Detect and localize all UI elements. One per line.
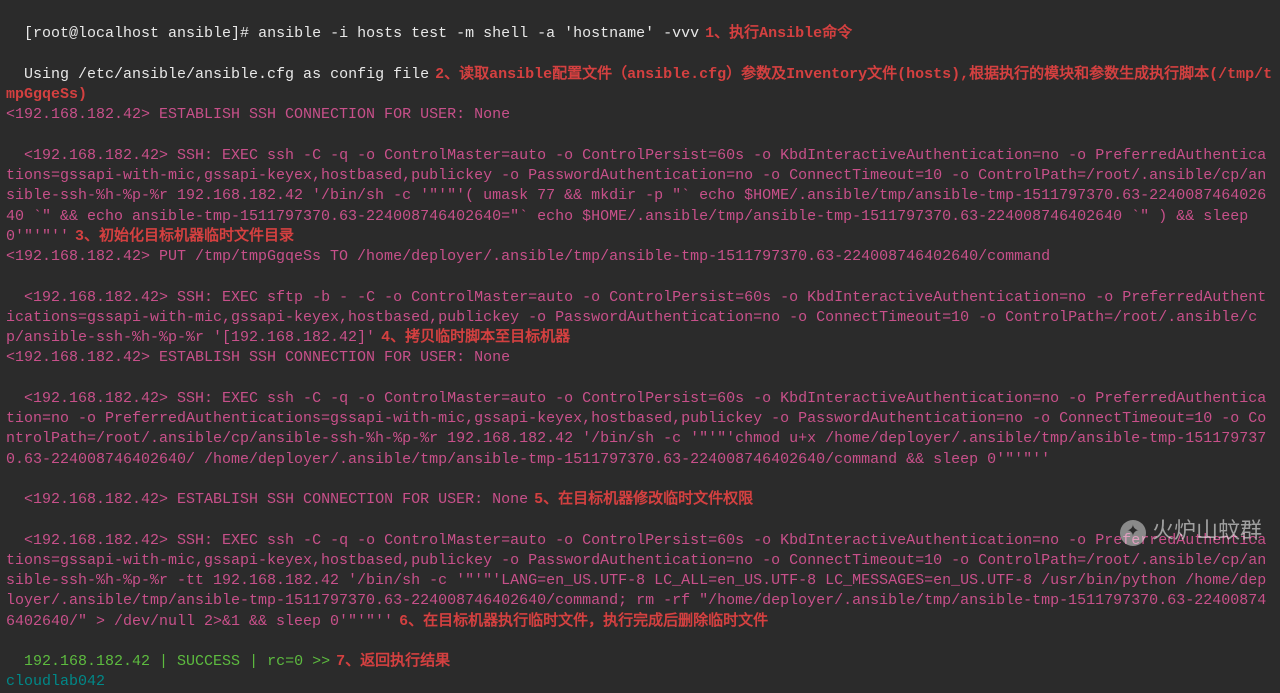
terminal-output-sftp: <192.168.182.42> SSH: EXEC sftp -b - -C …	[6, 267, 1274, 348]
annotation-3: 3、初始化目标机器临时文件目录	[75, 228, 294, 245]
command-text: ansible -i hosts test -m shell -a 'hostn…	[258, 25, 699, 42]
terminal-result-line: 192.168.182.42 | SUCCESS | rc=0 >> 7、返回执行…	[6, 632, 1274, 673]
result-host: 192.168.182.42	[24, 653, 150, 670]
sftp-exec: <192.168.182.42> SSH: EXEC sftp -b - -C …	[6, 289, 1266, 347]
terminal-output-ssh-1: <192.168.182.42> SSH: EXEC ssh -C -q -o …	[6, 126, 1274, 248]
annotation-5: 5、在目标机器修改临时文件权限	[534, 491, 753, 508]
terminal-line-config: Using /etc/ansible/ansible.cfg as config…	[6, 45, 1274, 106]
terminal-output-ssh-3: <192.168.182.42> SSH: EXEC ssh -C -q -o …	[6, 510, 1274, 632]
watermark: ✦ 火炉山蚊群	[1120, 518, 1262, 548]
terminal-output-ssh-2: <192.168.182.42> SSH: EXEC ssh -C -q -o …	[6, 369, 1274, 470]
terminal-output-put: <192.168.182.42> PUT /tmp/tmpGgqeSs TO /…	[6, 247, 1274, 267]
establish-3: <192.168.182.42> ESTABLISH SSH CONNECTIO…	[24, 491, 528, 508]
terminal-output-establish-3: <192.168.182.42> ESTABLISH SSH CONNECTIO…	[6, 470, 1274, 511]
terminal-output-establish-2: <192.168.182.42> ESTABLISH SSH CONNECTIO…	[6, 348, 1274, 368]
annotation-7: 7、返回执行结果	[336, 653, 450, 670]
shell-prompt: [root@localhost ansible]#	[24, 25, 258, 42]
annotation-4: 4、拷贝临时脚本至目标机器	[381, 329, 570, 346]
annotation-6: 6、在目标机器执行临时文件，执行完成后删除临时文件	[399, 613, 768, 630]
result-status: | SUCCESS | rc=0 >>	[150, 653, 330, 670]
ssh-exec-2: <192.168.182.42> SSH: EXEC ssh -C -q -o …	[6, 390, 1266, 468]
watermark-text: 火炉山蚊群	[1152, 518, 1262, 548]
terminal-output-establish-1: <192.168.182.42> ESTABLISH SSH CONNECTIO…	[6, 105, 1274, 125]
config-text: Using /etc/ansible/ansible.cfg as config…	[24, 66, 429, 83]
terminal-result-hostname: cloudlab042	[6, 672, 1274, 692]
terminal-line-command: [root@localhost ansible]# ansible -i hos…	[6, 4, 1274, 45]
annotation-1: 1、执行Ansible命令	[705, 25, 852, 42]
wechat-icon: ✦	[1120, 520, 1146, 546]
